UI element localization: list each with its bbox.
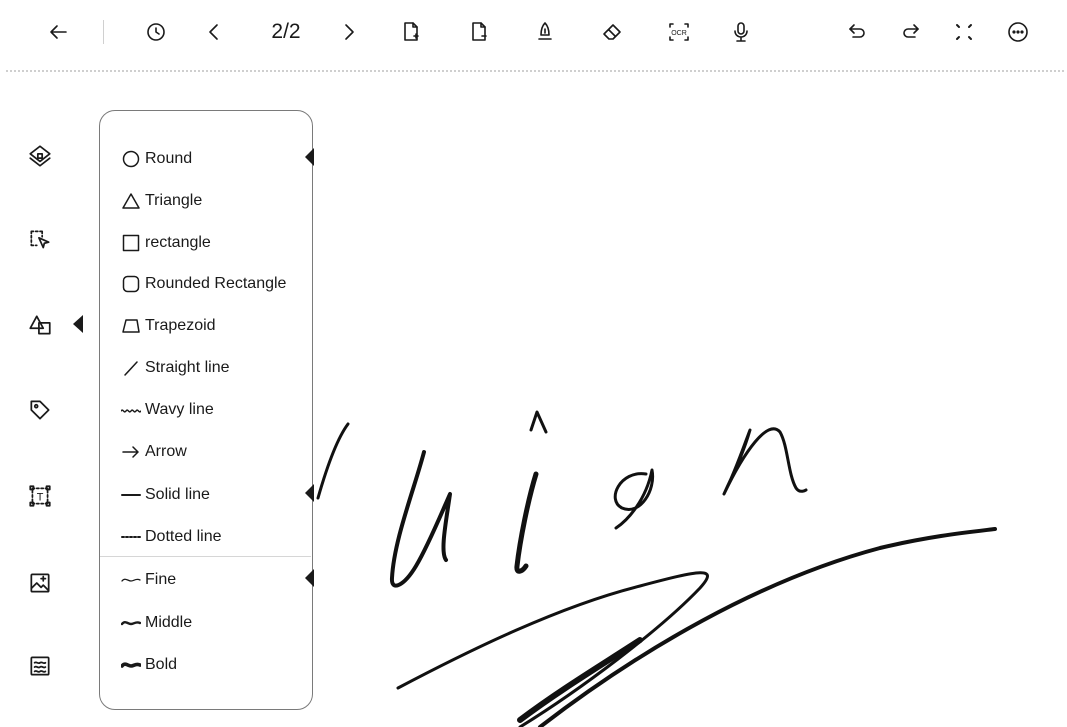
tag-button[interactable] xyxy=(22,392,58,428)
add-page-icon xyxy=(404,22,419,41)
fullscreen-icon xyxy=(956,24,972,40)
undo-button[interactable] xyxy=(839,14,875,50)
ocr-button[interactable]: OCR xyxy=(661,14,697,50)
eraser-icon xyxy=(603,24,621,40)
background-button[interactable] xyxy=(22,648,58,684)
pen-button[interactable] xyxy=(527,14,563,50)
wavy-line-icon xyxy=(120,399,142,421)
line-style-solid[interactable]: Solid line xyxy=(120,482,210,508)
page-indicator: 2/2 xyxy=(271,20,301,43)
thickness-fine[interactable]: Fine xyxy=(120,567,176,593)
chevron-left-icon xyxy=(209,24,218,40)
redo-button[interactable] xyxy=(893,14,929,50)
shape-option-round[interactable]: Round xyxy=(120,146,192,172)
undo-icon xyxy=(849,24,865,38)
background-pattern-icon xyxy=(30,656,50,676)
circle-icon xyxy=(120,148,142,170)
shape-option-wavy-line[interactable]: Wavy line xyxy=(120,397,214,423)
shape-option-arrow[interactable]: Arrow xyxy=(120,439,187,465)
shape-option-label: Straight line xyxy=(145,359,230,376)
thickness-bold[interactable]: Bold xyxy=(120,652,177,678)
next-page-button[interactable] xyxy=(331,14,367,50)
middle-stroke-icon xyxy=(120,612,142,634)
delete-page-button[interactable] xyxy=(461,14,497,50)
thickness-label: Middle xyxy=(145,614,193,631)
shape-option-label: Rounded Rectangle xyxy=(145,275,287,292)
text-box-button[interactable]: T xyxy=(22,478,58,514)
back-arrow-icon xyxy=(50,25,67,39)
shapes-icon xyxy=(29,315,51,335)
shape-option-label: Round xyxy=(145,150,193,167)
shapes-active-marker xyxy=(73,315,83,333)
ocr-label: OCR xyxy=(671,30,687,37)
shape-option-trapezoid[interactable]: Trapezoid xyxy=(120,313,216,339)
line-style-label: Solid line xyxy=(145,486,210,503)
thickness-selected-marker xyxy=(305,569,314,587)
top-toolbar: 2/2 OCR xyxy=(0,0,1067,66)
image-icon xyxy=(30,573,50,593)
chevron-right-icon xyxy=(345,24,354,40)
back-button[interactable] xyxy=(40,14,76,50)
history-button[interactable] xyxy=(138,14,174,50)
shape-option-label: Triangle xyxy=(145,192,203,209)
shape-option-label: Wavy line xyxy=(145,401,214,418)
shape-option-triangle[interactable]: Triangle xyxy=(120,188,202,214)
shape-option-straight-line[interactable]: Straight line xyxy=(120,355,230,381)
lasso-select-button[interactable] xyxy=(22,222,58,258)
more-icon xyxy=(1008,22,1028,42)
remove-page-icon xyxy=(472,22,487,41)
layers-icon xyxy=(29,145,51,167)
dotted-line-icon xyxy=(120,526,142,548)
solid-line-icon xyxy=(120,484,142,506)
layers-button[interactable] xyxy=(22,138,58,174)
shapes-button[interactable] xyxy=(22,307,58,343)
text-box-label: T xyxy=(37,491,44,503)
bold-stroke-icon xyxy=(120,654,142,676)
line-style-selected-marker xyxy=(305,484,314,502)
toolbar-separator xyxy=(103,20,104,44)
straight-line-icon xyxy=(120,357,142,379)
thickness-label: Bold xyxy=(145,656,178,673)
shape-panel: Round Triangle rectangle Rounded Rectang… xyxy=(99,110,313,710)
clock-icon xyxy=(147,23,165,41)
fullscreen-button[interactable] xyxy=(946,14,982,50)
shape-selected-marker xyxy=(305,148,314,166)
pen-icon xyxy=(538,22,552,40)
shape-option-label: Trapezoid xyxy=(145,317,216,334)
thickness-label: Fine xyxy=(145,571,177,588)
triangle-icon xyxy=(120,190,142,212)
shape-option-label: rectangle xyxy=(145,234,211,251)
eraser-button[interactable] xyxy=(594,14,630,50)
insert-image-button[interactable] xyxy=(22,565,58,601)
more-button[interactable] xyxy=(1000,14,1036,50)
add-page-button[interactable] xyxy=(393,14,429,50)
rectangle-icon xyxy=(120,232,142,254)
lasso-select-icon xyxy=(30,230,50,249)
tag-icon xyxy=(30,400,50,420)
ocr-icon: OCR xyxy=(669,23,689,41)
line-style-label: Dotted line xyxy=(145,528,222,545)
panel-divider xyxy=(100,556,311,557)
microphone-icon xyxy=(734,22,748,42)
arrow-icon xyxy=(120,441,142,463)
record-button[interactable] xyxy=(723,14,759,50)
fine-stroke-icon xyxy=(120,569,142,591)
redo-icon xyxy=(903,24,919,38)
shape-option-rounded-rectangle[interactable]: Rounded Rectangle xyxy=(120,271,286,297)
rounded-rectangle-icon xyxy=(120,273,142,295)
trapezoid-icon xyxy=(120,315,142,337)
shape-option-rectangle[interactable]: rectangle xyxy=(120,230,211,256)
prev-page-button[interactable] xyxy=(196,14,232,50)
text-box-icon: T xyxy=(29,485,51,507)
thickness-middle[interactable]: Middle xyxy=(120,610,192,636)
line-style-dotted[interactable]: Dotted line xyxy=(120,524,222,550)
shape-option-label: Arrow xyxy=(145,443,187,460)
